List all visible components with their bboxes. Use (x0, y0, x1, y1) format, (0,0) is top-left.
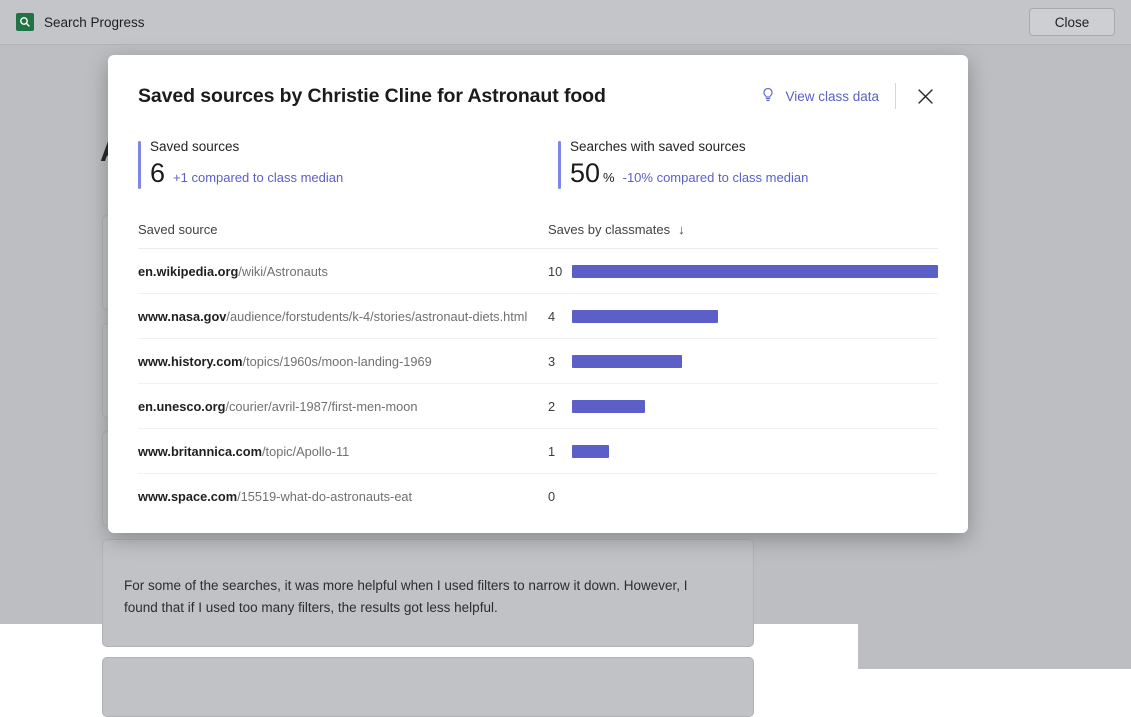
student-reflection-text: For some of the searches, it was more he… (124, 575, 724, 619)
dialog-header-actions: View class data (760, 83, 938, 109)
stat-label: Saved sources (150, 139, 343, 154)
source-domain: en.unesco.org (138, 399, 225, 414)
saves-bar-track (572, 265, 938, 278)
saves-bar-track (572, 400, 938, 413)
lightbulb-icon (760, 87, 776, 106)
source-domain: www.space.com (138, 489, 237, 504)
stat-delta: -10% compared to class median (623, 170, 809, 185)
column-header-saved-source: Saved source (138, 222, 548, 237)
table-row[interactable]: www.history.com/topics/1960s/moon-landin… (138, 339, 938, 384)
app-title: Search Progress (44, 15, 145, 30)
source-path: /topic/Apollo-11 (262, 444, 349, 459)
saved-source-url: www.space.com/15519-what-do-astronauts-e… (138, 489, 548, 504)
view-class-data-label: View class data (785, 89, 879, 104)
saved-sources-table: Saved source Saves by classmates ↓ en.wi… (138, 222, 938, 519)
saves-count: 3 (548, 354, 572, 369)
saves-count: 1 (548, 444, 572, 459)
saved-source-url: www.nasa.gov/audience/forstudents/k-4/st… (138, 309, 548, 324)
summary-stats: Saved sources 6 +1 compared to class med… (108, 109, 968, 188)
saved-sources-dialog: Saved sources by Christie Cline for Astr… (108, 55, 968, 533)
header-divider (895, 83, 896, 109)
source-path: /15519-what-do-astronauts-eat (237, 489, 412, 504)
saved-source-url: en.wikipedia.org/wiki/Astronauts (138, 264, 548, 279)
table-row[interactable]: en.wikipedia.org/wiki/Astronauts10 (138, 249, 938, 294)
dialog-title: Saved sources by Christie Cline for Astr… (138, 85, 606, 108)
saves-bar (572, 400, 645, 413)
source-path: /topics/1960s/moon-landing-1969 (243, 354, 432, 369)
dialog-header: Saved sources by Christie Cline for Astr… (108, 55, 968, 109)
saves-count: 2 (548, 399, 572, 414)
app-bar: Search Progress Close (0, 0, 1131, 45)
close-button[interactable]: Close (1029, 8, 1115, 36)
search-app-icon (16, 13, 34, 31)
stat-delta: +1 compared to class median (173, 170, 343, 185)
stat-value: 50 (570, 158, 600, 188)
source-domain: www.history.com (138, 354, 243, 369)
saved-source-url: www.britannica.com/topic/Apollo-11 (138, 444, 548, 459)
saves-bar (572, 265, 938, 278)
source-path: /courier/avril-1987/first-men-moon (225, 399, 417, 414)
column-header-saves-by-classmates[interactable]: Saves by classmates ↓ (548, 222, 685, 237)
source-domain: en.wikipedia.org (138, 264, 238, 279)
saved-source-url: en.unesco.org/courier/avril-1987/first-m… (138, 399, 548, 414)
saves-bar-track (572, 310, 938, 323)
table-row[interactable]: www.britannica.com/topic/Apollo-111 (138, 429, 938, 474)
table-row[interactable]: en.unesco.org/courier/avril-1987/first-m… (138, 384, 938, 429)
saves-bar-track (572, 355, 938, 368)
app-bar-left: Search Progress (16, 13, 145, 31)
stat-row: 6 +1 compared to class median (150, 158, 343, 188)
saves-count: 10 (548, 264, 572, 279)
stat-saved-sources: Saved sources 6 +1 compared to class med… (138, 139, 558, 188)
saves-bar (572, 445, 609, 458)
source-path: /wiki/Astronauts (238, 264, 328, 279)
stat-label: Searches with saved sources (570, 139, 808, 154)
view-class-data-link[interactable]: View class data (760, 87, 879, 106)
saves-bar (572, 355, 682, 368)
source-domain: www.britannica.com (138, 444, 262, 459)
column-header-label: Saves by classmates (548, 222, 670, 237)
table-body: en.wikipedia.org/wiki/Astronauts10www.na… (138, 249, 938, 519)
saves-bar-track (572, 490, 938, 503)
stat-row: 50 % -10% compared to class median (570, 158, 808, 188)
close-icon[interactable] (912, 83, 938, 109)
stat-searches-with-saved-sources: Searches with saved sources 50 % -10% co… (558, 139, 808, 188)
stat-unit: % (603, 170, 615, 185)
stat-value: 6 (150, 158, 165, 188)
background-card (102, 657, 754, 717)
saved-source-url: www.history.com/topics/1960s/moon-landin… (138, 354, 548, 369)
table-header: Saved source Saves by classmates ↓ (138, 222, 938, 249)
table-row[interactable]: www.nasa.gov/audience/forstudents/k-4/st… (138, 294, 938, 339)
saves-count: 0 (548, 489, 572, 504)
saves-bar (572, 310, 718, 323)
saves-bar-track (572, 445, 938, 458)
table-row[interactable]: www.space.com/15519-what-do-astronauts-e… (138, 474, 938, 519)
sort-descending-icon[interactable]: ↓ (678, 222, 685, 237)
source-path: /audience/forstudents/k-4/stories/astron… (226, 309, 527, 324)
source-domain: www.nasa.gov (138, 309, 226, 324)
saves-count: 4 (548, 309, 572, 324)
